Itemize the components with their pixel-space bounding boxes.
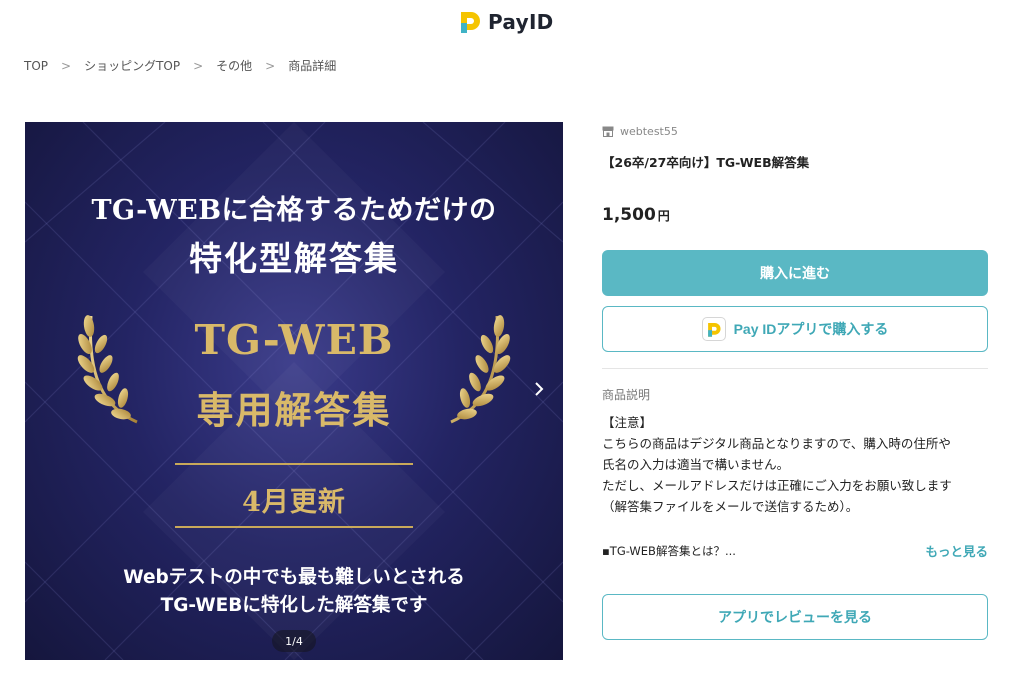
product-image-carousel[interactable]: TG-WEBに合格するためだけの 特化型解答集 TG-WEB 専用解答集 4月更…	[25, 122, 563, 660]
view-reviews-in-app-button[interactable]: アプリでレビューを見る	[602, 594, 988, 640]
shop-name: webtest55	[620, 124, 678, 138]
logo-text: PayID	[488, 10, 554, 34]
gold-divider-bottom	[175, 526, 413, 528]
chevron-right-icon: >	[61, 58, 72, 73]
payid-logo-icon	[461, 12, 480, 33]
shop-icon	[602, 126, 614, 137]
chevron-right-icon: >	[265, 58, 276, 73]
product-info-panel: webtest55 【26卒/27卒向け】TG-WEB解答集 1,500 円 購…	[602, 122, 988, 640]
product-description: 【注意】 こちらの商品はデジタル商品となりますので、購入時の住所や 氏名の入力は…	[602, 412, 988, 517]
show-more-link[interactable]: もっと見る	[925, 541, 988, 560]
product-title: 【26卒/27卒向け】TG-WEB解答集	[602, 155, 810, 170]
laurel-right-icon	[450, 315, 511, 424]
payid-app-purchase-button[interactable]: Pay IDアプリで購入する	[602, 306, 988, 352]
description-label: 商品説明	[602, 388, 651, 402]
description-line: こちらの商品はデジタル商品となりますので、購入時の住所や	[602, 436, 951, 451]
breadcrumb: TOP > ショッピングTOP > その他 > 商品詳細	[24, 57, 336, 74]
breadcrumb-shopping-top[interactable]: ショッピングTOP	[84, 57, 180, 74]
hero-caption-line1: Webテストの中でも最も難しいとされる	[123, 567, 465, 588]
hero-update-label: 4月更新	[242, 487, 346, 518]
description-line: 【注意】	[602, 415, 653, 430]
shop-link[interactable]: webtest55	[602, 122, 988, 140]
hero-heading-line1: TG-WEBに合格するためだけの	[91, 195, 497, 226]
price-currency: 円	[657, 209, 670, 223]
price-value: 1,500	[602, 205, 656, 225]
hero-heading-line2: 特化型解答集	[189, 239, 399, 278]
description-line: 氏名の入力は適当で構いません。	[602, 457, 790, 472]
product-price: 1,500 円	[602, 205, 988, 225]
description-preview-row: ▪TG-WEB解答集とは？... もっと見る	[602, 541, 988, 560]
payid-app-purchase-label: Pay IDアプリで購入する	[733, 321, 889, 337]
section-divider	[602, 368, 988, 369]
carousel-pager: 1/4	[272, 630, 316, 652]
breadcrumb-current: 商品詳細	[288, 59, 337, 73]
payid-app-icon	[701, 317, 726, 341]
description-line: （解答集ファイルをメールで送信するため）。	[602, 499, 859, 514]
gold-divider-top	[175, 463, 413, 465]
description-bullet-preview: ▪TG-WEB解答集とは？...	[602, 543, 736, 558]
proceed-to-purchase-button[interactable]: 購入に進む	[602, 250, 988, 296]
chevron-right-icon: >	[193, 58, 204, 73]
hero-caption-line2: TG-WEBに特化した解答集です	[160, 595, 428, 616]
breadcrumb-other[interactable]: その他	[216, 57, 252, 74]
site-header: PayID	[0, 0, 1024, 46]
payid-logo[interactable]: PayID	[458, 9, 554, 35]
description-line: ただし、メールアドレスだけは正確にご入力をお願い致します	[602, 478, 952, 493]
chevron-right-icon	[535, 382, 544, 396]
carousel-next-button[interactable]	[527, 374, 551, 404]
breadcrumb-top[interactable]: TOP	[24, 59, 48, 73]
